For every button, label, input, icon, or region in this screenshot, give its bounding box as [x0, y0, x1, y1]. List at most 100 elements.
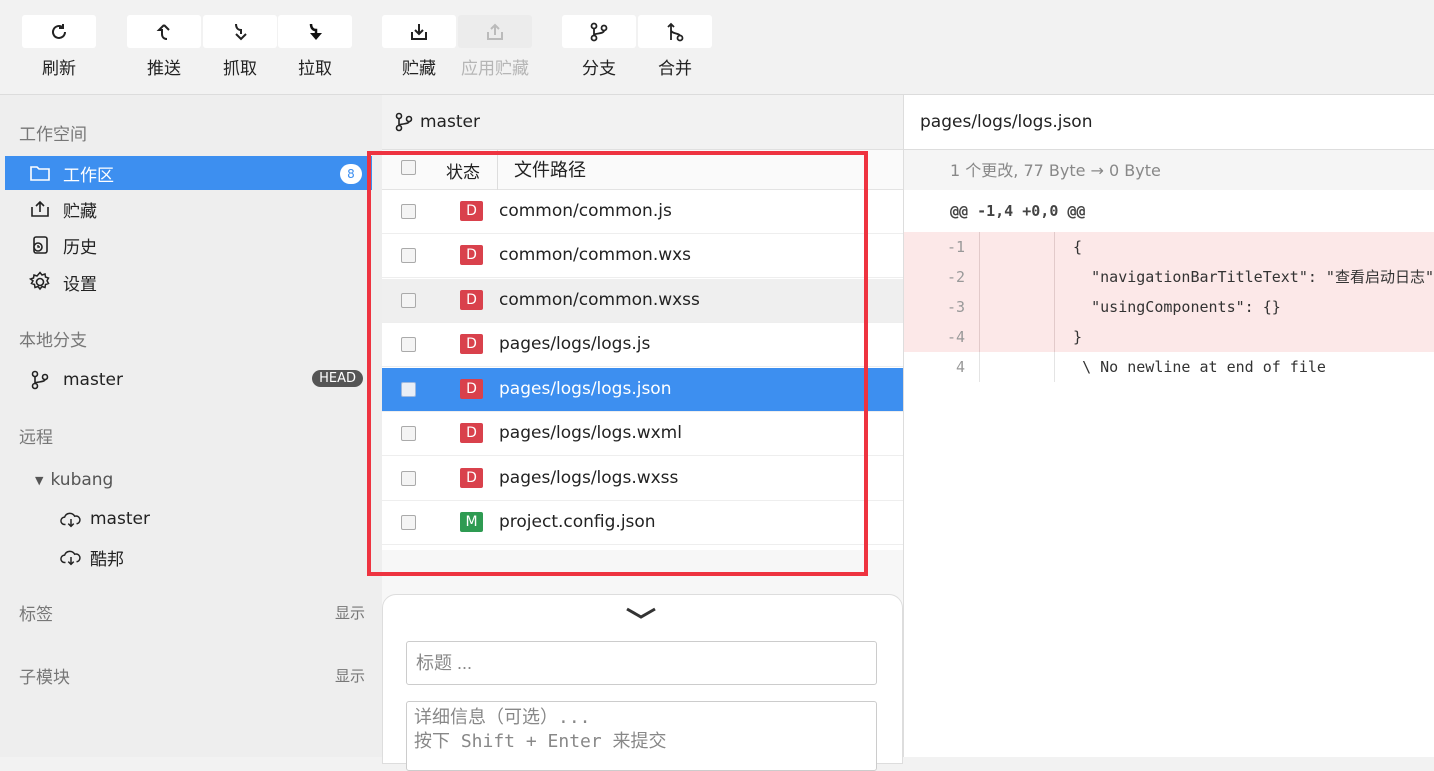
column-divider[interactable]	[497, 150, 498, 190]
changes-count-badge: 8	[340, 164, 362, 184]
file-checkbox[interactable]	[401, 293, 416, 308]
pull-button[interactable]: 拉取	[278, 15, 352, 79]
sidebar-item-settings[interactable]: 设置	[5, 265, 372, 299]
push-label: 推送	[147, 59, 181, 79]
pull-icon	[309, 23, 322, 40]
fetch-label: 抓取	[223, 59, 257, 79]
file-checkbox[interactable]	[401, 382, 416, 397]
tags-show-link[interactable]: 显示	[335, 602, 365, 623]
old-line-number: -3	[904, 292, 980, 322]
file-checkbox[interactable]	[401, 515, 416, 530]
remote-kubang[interactable]: ▼ kubang	[5, 463, 372, 497]
cloud-icon	[60, 546, 82, 568]
deleted-status-badge: D	[460, 245, 483, 265]
modified-status-badge: M	[460, 512, 483, 532]
remote-name: kubang	[50, 470, 114, 490]
commit-description-input[interactable]	[406, 701, 877, 771]
branch-icon	[29, 369, 51, 391]
merge-button[interactable]: 合并	[638, 15, 712, 79]
deleted-status-badge: D	[460, 379, 483, 399]
tags-section-title: 标签	[19, 605, 53, 625]
apply-stash-icon	[487, 23, 503, 40]
file-checkbox[interactable]	[401, 426, 416, 441]
folder-icon	[29, 162, 51, 184]
caret-down-icon: ▼	[35, 473, 44, 487]
diff-hunk-header: @@ -1,4 +0,0 @@	[904, 190, 1434, 231]
remote-branch-kubang[interactable]: 酷邦	[5, 540, 372, 574]
status-column-header[interactable]: 状态	[446, 158, 480, 183]
file-row[interactable]: D common/common.wxs	[382, 234, 903, 278]
diff-line-deleted: -4 }	[904, 322, 1434, 352]
fetch-icon	[235, 23, 247, 40]
head-badge: HEAD	[312, 370, 363, 387]
file-row[interactable]: D pages/logs/logs.wxml	[382, 412, 903, 456]
file-path: common/common.js	[499, 201, 672, 221]
diff-panel: pages/logs/logs.json 1 个更改, 77 Byte → 0 …	[903, 95, 1434, 757]
merge-label: 合并	[658, 59, 692, 79]
submodules-section-title: 子模块	[19, 668, 70, 688]
new-line-number	[980, 322, 1055, 352]
file-row[interactable]: D common/common.js	[382, 190, 903, 234]
deleted-status-badge: D	[460, 290, 483, 310]
commit-panel	[382, 594, 903, 771]
deleted-status-badge: D	[460, 201, 483, 221]
current-branch-name: master	[420, 112, 480, 132]
deleted-status-badge: D	[460, 334, 483, 354]
old-line-number: 4	[904, 352, 980, 382]
branch-button[interactable]: 分支	[562, 15, 636, 79]
pull-label: 拉取	[298, 59, 332, 79]
diff-line-deleted: -1 {	[904, 232, 1434, 262]
path-column-header[interactable]: 文件路径	[514, 156, 586, 182]
file-row-selected[interactable]: D pages/logs/logs.json	[382, 368, 903, 412]
file-path: pages/logs/logs.wxss	[499, 468, 679, 488]
file-checkbox[interactable]	[401, 337, 416, 352]
commit-title-input[interactable]	[406, 641, 877, 685]
fetch-button[interactable]: 抓取	[203, 15, 277, 79]
diff-line-context: 4 \ No newline at end of file	[904, 352, 1434, 382]
sidebar-item-stash[interactable]: 贮藏	[5, 192, 372, 226]
merge-icon	[667, 22, 684, 41]
file-row[interactable]: M project.config.json	[382, 501, 903, 545]
diff-file-title: pages/logs/logs.json	[904, 95, 1434, 150]
sidebar-item-label: 设置	[63, 274, 97, 295]
stash-icon	[411, 23, 427, 40]
sidebar-item-working-copy[interactable]: 工作区 8	[5, 156, 372, 190]
local-branch-master[interactable]: master HEAD	[5, 363, 372, 397]
file-path: project.config.json	[499, 512, 656, 532]
refresh-button[interactable]: 刷新	[22, 15, 96, 79]
submodules-show-link[interactable]: 显示	[335, 665, 365, 686]
chevron-down-icon[interactable]	[624, 603, 658, 623]
file-checkbox[interactable]	[401, 204, 416, 219]
file-path: pages/logs/logs.wxml	[499, 423, 682, 443]
diff-line-deleted: -2 "navigationBarTitleText": "查看启动日志",	[904, 262, 1434, 292]
stash-button[interactable]: 贮藏	[382, 15, 456, 79]
code-text: }	[1055, 328, 1083, 346]
remote-branch-master[interactable]: master	[5, 502, 372, 536]
push-button[interactable]: 推送	[127, 15, 201, 79]
current-branch-bar: master	[382, 95, 903, 150]
file-list-header: 状态 文件路径	[382, 150, 903, 190]
file-row[interactable]: D pages/logs/logs.wxss	[382, 457, 903, 501]
apply-stash-button[interactable]: 应用贮藏	[458, 15, 532, 79]
sidebar-item-history[interactable]: 历史	[5, 228, 372, 262]
file-checkbox[interactable]	[401, 248, 416, 263]
code-text: {	[1055, 238, 1083, 256]
file-row[interactable]: D pages/logs/logs.js	[382, 323, 903, 367]
code-text: "usingComponents": {}	[1055, 298, 1281, 316]
remote-branch-label: master	[90, 509, 150, 529]
file-checkbox[interactable]	[401, 471, 416, 486]
code-text: "navigationBarTitleText": "查看启动日志",	[1055, 268, 1434, 286]
branch-icon	[590, 22, 608, 41]
branch-name: master	[63, 370, 123, 390]
branch-label: 分支	[582, 59, 616, 79]
diff-line-deleted: -3 "usingComponents": {}	[904, 292, 1434, 322]
old-line-number: -1	[904, 232, 980, 262]
sidebar-item-label: 贮藏	[63, 201, 97, 222]
branch-icon	[395, 112, 413, 132]
remote-section-title: 远程	[19, 428, 53, 448]
stash-icon	[29, 198, 51, 220]
file-row[interactable]: D common/common.wxss	[382, 279, 903, 323]
old-line-number: -2	[904, 262, 980, 292]
push-icon	[156, 23, 170, 40]
select-all-checkbox[interactable]	[401, 160, 416, 175]
